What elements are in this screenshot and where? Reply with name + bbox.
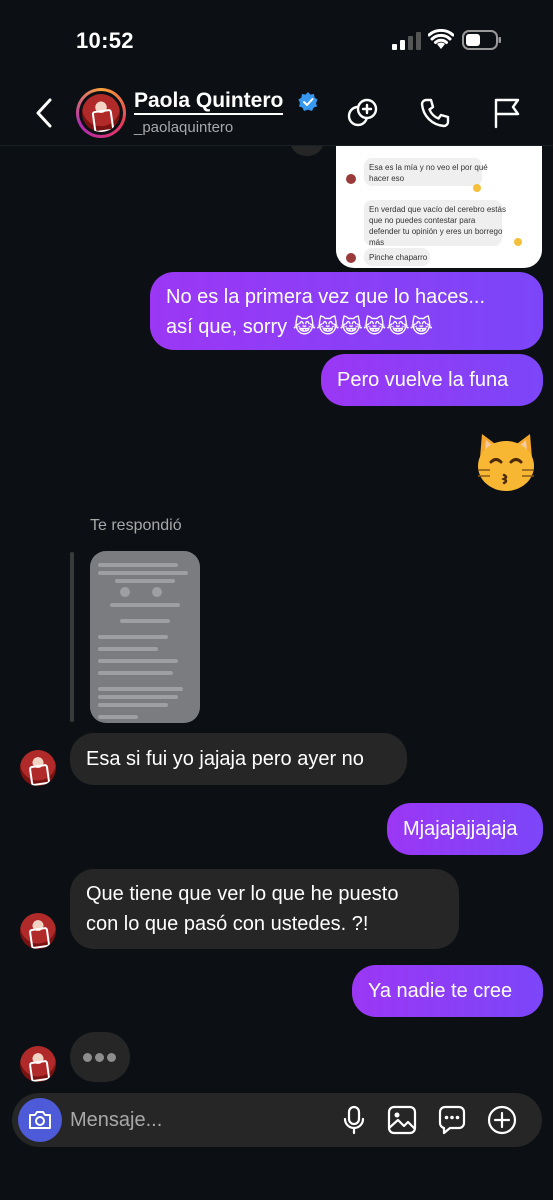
contact-name[interactable]: Paola Quintero [134, 90, 284, 115]
verified-icon [298, 92, 318, 111]
message-input[interactable] [70, 1103, 320, 1137]
camera-button[interactable] [18, 1098, 62, 1142]
message-text: Que tiene que ver lo que he puesto [86, 883, 399, 905]
flag-icon[interactable] [490, 96, 524, 130]
contact-avatar[interactable] [20, 750, 56, 786]
avatar-image [82, 94, 120, 132]
screenshot-text: que no puedes contestar para [369, 216, 476, 225]
message-text: con lo que pasó con ustedes. ?! [86, 913, 369, 935]
chat-header: Paola Quintero _paolaquintero [0, 80, 553, 146]
profile-avatar[interactable] [76, 88, 126, 138]
shared-screenshot-top[interactable]: Esa es la mía y no veo el por qué hacer … [336, 146, 542, 268]
screenshot-text: En verdad que vacío del cerebro estás [369, 205, 506, 214]
screenshot-text: defender tu opinión y eres un borrego [369, 227, 503, 236]
status-time: 10:52 [76, 28, 134, 53]
sent-message[interactable]: Mjajajajjajaja [387, 803, 543, 855]
camera-icon [29, 1111, 51, 1129]
message-text: así que, sorry 😹😹😹😹😹😹 [166, 316, 433, 338]
sent-message[interactable]: Pero vuelve la funa [321, 354, 543, 406]
gallery-icon[interactable] [386, 1104, 418, 1136]
kissing-cat-emoji [478, 434, 534, 491]
typing-indicator [70, 1032, 130, 1082]
screenshot-text: más [369, 238, 385, 247]
battery-icon [462, 30, 501, 50]
reply-bar [70, 552, 74, 722]
contact-handle: _paolaquintero [134, 119, 234, 136]
message-text: No es la primera vez que lo haces... [166, 286, 486, 308]
message-composer [12, 1093, 542, 1147]
wifi-icon [428, 29, 454, 49]
screenshot-text: hacer eso [369, 174, 405, 183]
received-message[interactable]: Que tiene que ver lo que he puesto con l… [70, 869, 459, 949]
replied-screenshot[interactable] [90, 551, 200, 723]
screenshot-text: Pinche chaparro [369, 253, 428, 262]
plus-icon[interactable] [486, 1104, 518, 1136]
back-icon[interactable] [30, 96, 58, 130]
status-bar: 10:52 [0, 0, 553, 80]
phone-icon[interactable] [418, 96, 452, 130]
signal-icon [392, 32, 421, 50]
contact-avatar[interactable] [20, 913, 56, 949]
sticker-icon[interactable] [436, 1104, 468, 1136]
contact-avatar[interactable] [20, 1046, 56, 1082]
mic-icon[interactable] [338, 1104, 370, 1136]
sent-message[interactable]: No es la primera vez que lo haces... así… [150, 272, 543, 350]
screenshot-text: Esa es la mía y no veo el por qué [369, 163, 488, 172]
add-people-icon[interactable] [346, 96, 380, 130]
received-message[interactable]: Esa si fui yo jajaja pero ayer no [70, 733, 407, 785]
sent-message[interactable]: Ya nadie te cree [352, 965, 543, 1017]
reply-label: Te respondió [90, 517, 182, 534]
